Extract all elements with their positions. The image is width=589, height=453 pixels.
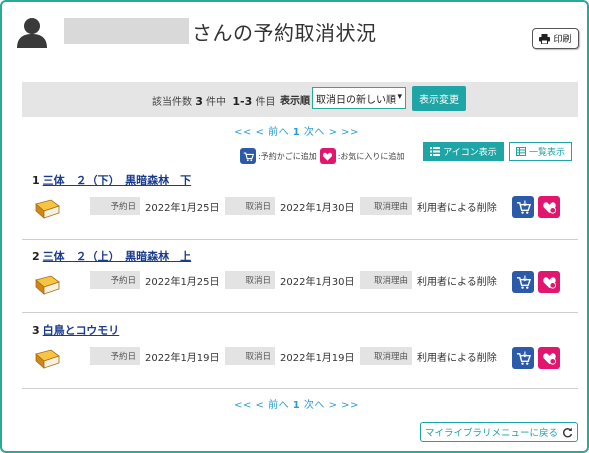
sort-order-select[interactable]: 取消日の新しい順 ▾: [312, 87, 406, 109]
cart-plus-icon: [516, 274, 531, 289]
pager-last-link[interactable]: >>: [341, 127, 359, 138]
icon-view-label: アイコン表示: [443, 148, 497, 158]
refresh-icon: [563, 427, 573, 437]
pager-last-link[interactable]: >>: [341, 400, 359, 411]
reserve-date-label: 予約日: [90, 197, 140, 215]
list-view-button[interactable]: 一覧表示: [509, 142, 572, 161]
chevron-down-icon: ▾: [397, 92, 402, 102]
cancel-reason-label: 取消理由: [360, 271, 412, 289]
reserve-date-label: 予約日: [90, 347, 140, 365]
heart-plus-icon: [542, 201, 556, 214]
book-icon: [35, 349, 60, 369]
cart-plus-icon: [516, 199, 531, 214]
reserve-date-label: 予約日: [90, 271, 140, 289]
item-title: 3 白鳥とコウモリ: [32, 322, 119, 338]
apply-sort-button[interactable]: 表示変更: [412, 86, 466, 111]
pager-current: 1: [292, 400, 301, 411]
sort-order-value: 取消日の新しい順: [316, 94, 396, 106]
count-mid: 件中: [206, 97, 227, 108]
table-icon: [515, 147, 526, 156]
cancel-date-value: 2022年1月19日: [280, 353, 355, 364]
count-prefix: 該当件数: [152, 97, 192, 108]
cancel-date-label: 取消日: [225, 271, 275, 289]
cancel-date-label: 取消日: [225, 347, 275, 365]
add-to-favorites-button[interactable]: [538, 196, 560, 218]
pager-prev-link[interactable]: < 前へ: [256, 127, 290, 138]
list-view-label: 一覧表示: [528, 148, 565, 158]
cancel-date-value: 2022年1月30日: [280, 277, 355, 288]
item-title-link[interactable]: 白鳥とコウモリ: [43, 324, 120, 337]
add-to-favorites-button[interactable]: [538, 347, 560, 369]
item-number: 2: [32, 250, 40, 263]
reserve-date-value: 2022年1月25日: [145, 277, 220, 288]
pager-bottom: << < 前へ 1 次へ > >>: [2, 396, 589, 411]
count-total: 3: [195, 95, 203, 108]
cart-legend-icon: [240, 148, 256, 164]
heart-plus-icon: [542, 276, 556, 289]
cart-legend-text: :予約かごに追加: [258, 151, 317, 161]
item-divider: [22, 312, 578, 313]
heart-plus-icon: [542, 352, 556, 365]
count-range: 1-3: [232, 95, 253, 108]
icon-legend: :予約かごに追加 :お気に入りに追加: [240, 148, 404, 164]
add-to-favorites-button[interactable]: [538, 271, 560, 293]
item-title-link[interactable]: 三体 ２（下） 黒暗森林 下: [43, 174, 192, 187]
book-icon: [35, 199, 60, 219]
cancel-reason-value: 利用者による削除: [417, 277, 497, 288]
add-to-cart-button[interactable]: [512, 196, 534, 218]
user-name-redacted: [64, 18, 189, 44]
favorite-legend-icon: [319, 148, 336, 164]
user-avatar-icon: [17, 18, 47, 48]
cancel-reason-value: 利用者による削除: [417, 353, 497, 364]
pager-next-link[interactable]: 次へ >: [304, 127, 338, 138]
item-title: 1 三体 ２（下） 黒暗森林 下: [32, 172, 191, 188]
item-number: 3: [32, 324, 40, 337]
sort-label: 表示順: [280, 96, 310, 107]
cancel-reason-value: 利用者による削除: [417, 203, 497, 214]
cancel-date-value: 2022年1月30日: [280, 203, 355, 214]
pager-prev-link[interactable]: < 前へ: [256, 400, 290, 411]
cart-plus-icon: [516, 350, 531, 365]
pager-first-link[interactable]: <<: [234, 400, 252, 411]
book-icon: [35, 275, 60, 295]
reserve-date-value: 2022年1月19日: [145, 353, 220, 364]
cancel-reason-label: 取消理由: [360, 347, 412, 365]
back-button-label: マイライブラリメニューに戻る: [424, 428, 558, 439]
item-number: 1: [32, 174, 40, 187]
pager-next-link[interactable]: 次へ >: [304, 400, 338, 411]
cancel-date-label: 取消日: [225, 197, 275, 215]
print-button[interactable]: 印刷: [532, 28, 579, 49]
pager-first-link[interactable]: <<: [234, 127, 252, 138]
printer-icon: [539, 33, 551, 44]
item-title: 2 三体 ２（上） 黒暗森林 上: [32, 248, 191, 264]
print-button-label: 印刷: [553, 35, 572, 45]
list-icon: [430, 147, 441, 156]
reserve-date-value: 2022年1月25日: [145, 203, 220, 214]
item-divider: [22, 388, 578, 389]
item-divider: [22, 239, 578, 240]
pager-top: << < 前へ 1 次へ > >>: [2, 123, 589, 138]
item-title-link[interactable]: 三体 ２（上） 黒暗森林 上: [43, 250, 192, 263]
count-suffix: 件目: [255, 97, 276, 108]
pager-current: 1: [292, 127, 301, 138]
icon-view-button[interactable]: アイコン表示: [423, 142, 504, 161]
add-to-cart-button[interactable]: [512, 271, 534, 293]
favorite-legend-text: :お気に入りに追加: [337, 151, 405, 161]
add-to-cart-button[interactable]: [512, 347, 534, 369]
back-to-mylibrary-button[interactable]: マイライブラリメニューに戻る: [420, 422, 578, 442]
page-title: さんの予約取消状況: [192, 21, 377, 45]
result-toolbar: 該当件数 3 件中 1-3 件目 表示順 取消日の新しい順 ▾ 表示変更: [22, 82, 578, 117]
result-count: 該当件数 3 件中 1-3 件目: [152, 93, 275, 108]
page-frame: さんの予約取消状況 印刷 該当件数 3 件中 1-3 件目 表示順 取消日の新し…: [0, 0, 589, 453]
cancel-reason-label: 取消理由: [360, 197, 412, 215]
